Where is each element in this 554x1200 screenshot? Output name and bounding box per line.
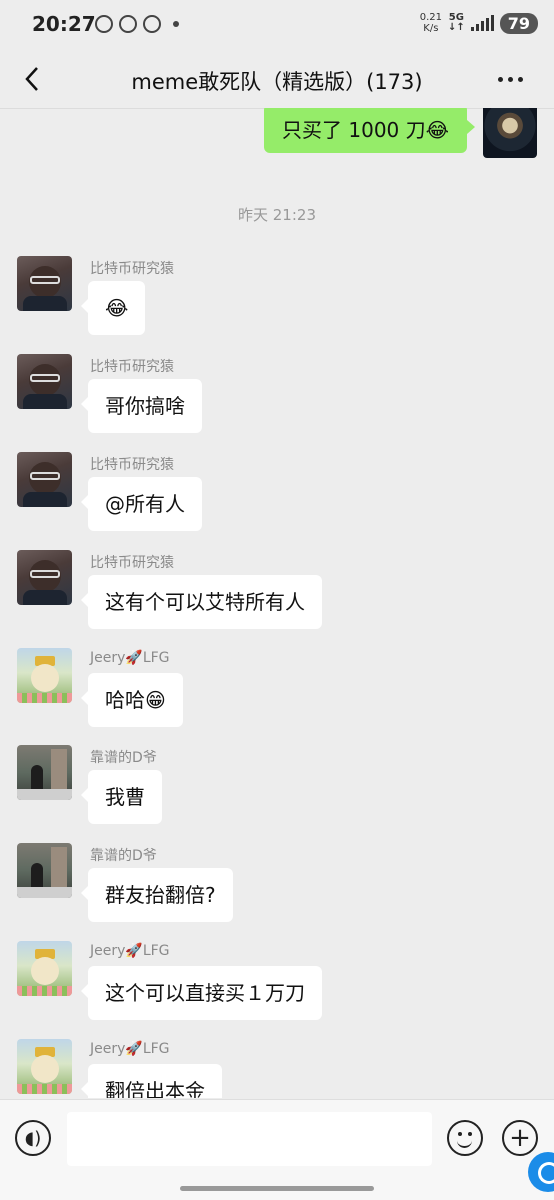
message-row: Jeery🚀LFG 哈哈😁 xyxy=(17,648,537,738)
more-dot-icon xyxy=(518,76,523,82)
sender-name: 靠谱的D爷 xyxy=(90,848,157,864)
more-options-button[interactable] xyxy=(498,66,532,92)
message-row: 比特币研究猿 这有个可以艾特所有人 xyxy=(17,550,537,640)
network-speed-value: 0.21 xyxy=(419,12,442,23)
sender-name: Jeery🚀LFG xyxy=(90,943,170,959)
voice-icon: ◖) xyxy=(24,1127,42,1149)
sender-name: Jeery🚀LFG xyxy=(90,1041,170,1057)
time-divider: 昨天 21:23 xyxy=(238,206,316,224)
message-row: 靠谱的D爷 群友抬翻倍? xyxy=(17,843,537,933)
message-bubble[interactable]: 群友抬翻倍? xyxy=(81,868,233,922)
avatar[interactable] xyxy=(17,550,72,605)
sender-name: 比特币研究猿 xyxy=(90,555,174,571)
network-type: 5G ↓↑ xyxy=(448,13,465,33)
more-dot-icon xyxy=(508,76,513,82)
status-time: 20:27 xyxy=(32,12,96,36)
message-bubble[interactable]: @所有人 xyxy=(81,477,202,531)
avatar[interactable] xyxy=(17,452,72,507)
message-row: Jeery🚀LFG 翻倍出本金 xyxy=(17,1039,537,1098)
assistant-icon xyxy=(538,1162,554,1184)
more-functions-button[interactable]: + xyxy=(502,1120,538,1156)
more-dot-icon xyxy=(498,76,503,82)
notification-icon xyxy=(95,15,113,33)
message-bubble[interactable]: 这个可以直接买１万刀 xyxy=(81,966,322,1020)
battery-indicator: 79 xyxy=(499,12,538,34)
avatar[interactable] xyxy=(17,941,72,996)
network-speed-unit: K/s xyxy=(423,23,439,34)
network-speed: 0.21 K/s xyxy=(420,12,442,34)
message-bubble[interactable]: 这有个可以艾特所有人 xyxy=(81,575,322,629)
compass-icon xyxy=(143,15,161,33)
chat-header: meme敢死队（精选版）(173) xyxy=(0,52,554,109)
sender-name: 比特币研究猿 xyxy=(90,261,174,277)
avatar[interactable] xyxy=(17,745,72,800)
status-notification-icons xyxy=(95,15,179,33)
chat-title: meme敢死队（精选版）(173) xyxy=(131,70,423,94)
emoji-button[interactable] xyxy=(447,1120,483,1156)
sender-name: 比特币研究猿 xyxy=(90,457,174,473)
self-message-row: 只买了 1000 刀😂 xyxy=(264,108,537,162)
voice-input-button[interactable]: ◖) xyxy=(15,1120,51,1156)
status-right: 0.21 K/s 5G ↓↑ 79 xyxy=(420,12,538,34)
message-bubble[interactable]: 😂 xyxy=(80,281,146,335)
avatar[interactable] xyxy=(17,354,72,409)
smiley-icon xyxy=(458,1132,462,1136)
message-bubble[interactable]: 我曹 xyxy=(81,770,162,824)
message-bubble[interactable]: 翻倍出本金 xyxy=(81,1064,222,1098)
message-row: 比特币研究猿 @所有人 xyxy=(17,452,537,542)
hourglass-icon xyxy=(119,15,137,33)
self-message-bubble[interactable]: 只买了 1000 刀😂 xyxy=(264,108,475,153)
sender-name: Jeery🚀LFG xyxy=(90,650,170,666)
plus-icon: + xyxy=(509,1123,531,1153)
message-row: Jeery🚀LFG 这个可以直接买１万刀 xyxy=(17,941,537,1031)
data-arrows-icon: ↓↑ xyxy=(447,22,465,33)
sender-name: 比特币研究猿 xyxy=(90,359,174,375)
home-indicator[interactable] xyxy=(180,1186,374,1191)
self-avatar[interactable] xyxy=(483,108,537,158)
message-bubble[interactable]: 哈哈😁 xyxy=(81,673,183,727)
input-bar: ◖) + xyxy=(0,1099,554,1200)
message-bubble[interactable]: 哥你搞啥 xyxy=(81,379,202,433)
status-bar: 20:27 0.21 K/s 5G ↓↑ 79 xyxy=(0,0,554,52)
avatar[interactable] xyxy=(17,648,72,703)
sender-name: 靠谱的D爷 xyxy=(90,750,157,766)
message-row: 比特币研究猿 哥你搞啥 xyxy=(17,354,537,444)
smiley-eye-icon xyxy=(468,1132,472,1136)
message-row: 靠谱的D爷 我曹 xyxy=(17,745,537,835)
avatar[interactable] xyxy=(17,256,72,311)
chat-message-list[interactable]: 只买了 1000 刀😂 昨天 21:23 比特币研究猿 😂 比特币研究猿 哥你搞… xyxy=(0,108,554,1098)
more-notifications-icon xyxy=(173,21,179,27)
message-input[interactable] xyxy=(67,1112,432,1166)
smiley-mouth-icon xyxy=(457,1138,472,1148)
avatar[interactable] xyxy=(17,1039,72,1094)
message-row: 比特币研究猿 😂 xyxy=(17,256,537,346)
avatar[interactable] xyxy=(17,843,72,898)
signal-icon xyxy=(470,15,494,31)
